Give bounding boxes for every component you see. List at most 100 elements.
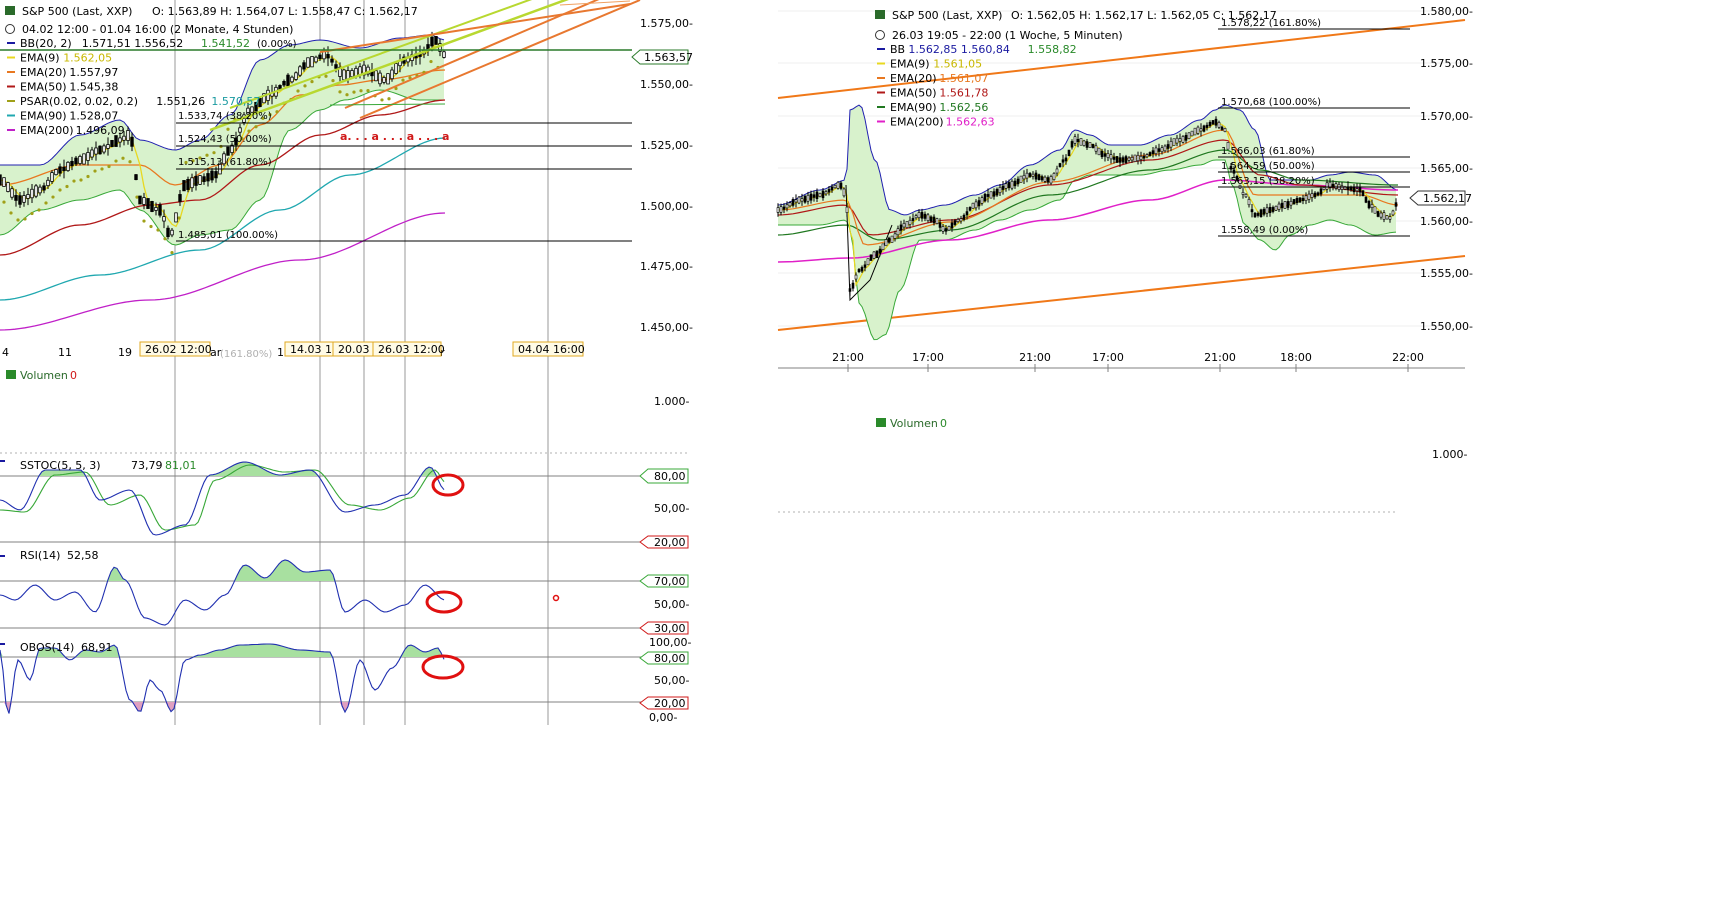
- candle-body: [992, 191, 996, 197]
- candle-body: [106, 144, 110, 149]
- candle-body: [1073, 136, 1077, 144]
- candle-body: [1184, 135, 1188, 141]
- candle-body: [1349, 187, 1353, 191]
- chart-type-icon[interactable]: [875, 10, 885, 19]
- candle-body: [1292, 199, 1296, 205]
- psar-dot: [9, 211, 13, 215]
- chart-type-icon[interactable]: [5, 6, 15, 15]
- candle-body: [905, 221, 909, 228]
- candle-body: [18, 195, 22, 205]
- psar-dot: [219, 144, 223, 149]
- candle-body: [42, 185, 46, 191]
- volume-icon: [876, 418, 886, 427]
- legend-label: EMA(20): [20, 66, 67, 79]
- rsi-tick: 30,00: [654, 622, 686, 635]
- candle-body: [374, 70, 378, 82]
- psar-dot: [86, 174, 90, 179]
- fib-label: 1.563,15 (38.20%): [1221, 176, 1315, 187]
- candle-body: [430, 36, 434, 47]
- candle-body: [1163, 145, 1167, 152]
- rsi-tick: 50,00-: [654, 598, 689, 611]
- candle-body: [785, 204, 789, 209]
- candle-body: [1361, 190, 1365, 197]
- candle-body: [1064, 157, 1068, 162]
- psar-dot: [345, 93, 349, 97]
- y-tick-label: 1.570,00-: [1420, 110, 1473, 123]
- legend-value: 1.545,38: [69, 81, 118, 94]
- candle-body: [986, 194, 990, 197]
- left-x-axis: 4 11 19 ar 11 r26.02 12:00 14.03 16 20.03 126.0…: [2, 341, 585, 359]
- psar-dot: [79, 178, 83, 182]
- candle-body: [983, 193, 987, 202]
- psar-dot: [401, 78, 405, 82]
- date-box-label: 26.02 12:00: [145, 343, 212, 356]
- candle-body: [118, 137, 122, 143]
- candle-body: [887, 237, 891, 243]
- candle-body: [860, 267, 864, 272]
- candle-body: [947, 226, 951, 231]
- psar-dot: [2, 200, 6, 204]
- candle-body: [154, 207, 158, 211]
- y-tick-label: 1.450,00-: [640, 321, 693, 334]
- sstoc-tick: 80,00: [654, 470, 686, 483]
- candle-body: [134, 174, 138, 181]
- fib-label: 1.566,03 (61.80%): [1221, 146, 1315, 157]
- sstoc-label: SSTOC(5, 5, 3): [20, 459, 101, 472]
- candle-body: [836, 181, 840, 189]
- candle-body: [974, 201, 978, 209]
- y-tick-label: 1.475,00-: [640, 260, 693, 273]
- candle-body: [138, 195, 142, 205]
- candle-body: [1376, 211, 1380, 217]
- candle-body: [1313, 192, 1317, 198]
- rsi-tick: 70,00: [654, 575, 686, 588]
- left-chart[interactable]: 1.533,74 (38.20%) 1.524,43 (50.00%) 1.515,…: [0, 0, 693, 725]
- legend-label: BB: [890, 43, 905, 56]
- candle-body: [1079, 138, 1083, 146]
- y-tick-label: 1.500,00-: [640, 200, 693, 213]
- right-title: S&P 500 (Last, XXP): [892, 9, 1002, 22]
- right-volume-panel: Volumen 0 1.000-: [778, 417, 1467, 513]
- candle-body: [782, 206, 786, 210]
- candle-body: [1154, 147, 1158, 155]
- x-tick-label: 21:00: [832, 351, 864, 364]
- candle-body: [1046, 177, 1050, 183]
- candle-body: [378, 72, 382, 85]
- x-tick-label: 21:00: [1204, 351, 1236, 364]
- volume-tick: 1.000-: [654, 395, 689, 408]
- y-tick-label: 1.575,00-: [1420, 57, 1473, 70]
- candle-body: [442, 51, 446, 58]
- candle-body: [1301, 197, 1305, 202]
- candle-body: [977, 200, 981, 207]
- legend-value: 1.562,85 1.560,84: [908, 43, 1009, 56]
- candle-body: [827, 189, 831, 193]
- candle-body: [908, 219, 912, 225]
- psar-dot: [114, 159, 118, 163]
- candle-body: [1358, 187, 1362, 193]
- candle-body: [10, 188, 14, 198]
- candle-body: [1127, 157, 1131, 161]
- candle-body: [1112, 156, 1116, 160]
- candle-body: [1100, 150, 1104, 158]
- candle-body: [839, 182, 843, 189]
- candle-body: [1175, 137, 1179, 144]
- fib-label: 1.485,01 (100.00%): [178, 230, 278, 241]
- candle-body: [794, 199, 798, 203]
- candle-body: [1136, 155, 1140, 162]
- candle-body: [911, 218, 915, 221]
- psar-dot: [247, 129, 251, 133]
- candle-body: [1223, 128, 1227, 132]
- right-chart[interactable]: 1.578,22 (161.80%)1.570,68 (100.00%)1.56…: [776, 5, 1473, 513]
- y-tick-label: 1.555,00-: [1420, 267, 1473, 280]
- candle-body: [54, 169, 58, 176]
- candle-body: [1259, 209, 1263, 217]
- candle-body: [938, 222, 942, 228]
- psar-dot: [121, 156, 125, 160]
- psar-dot: [170, 250, 174, 255]
- legend-label: PSAR(0.02, 0.02, 0.2): [20, 95, 138, 108]
- psar-dot: [177, 216, 181, 220]
- candle-body: [330, 58, 334, 63]
- psar-dot: [128, 160, 132, 164]
- candle-body: [1160, 147, 1164, 153]
- candle-body: [1391, 210, 1395, 216]
- candle-body: [1124, 156, 1128, 163]
